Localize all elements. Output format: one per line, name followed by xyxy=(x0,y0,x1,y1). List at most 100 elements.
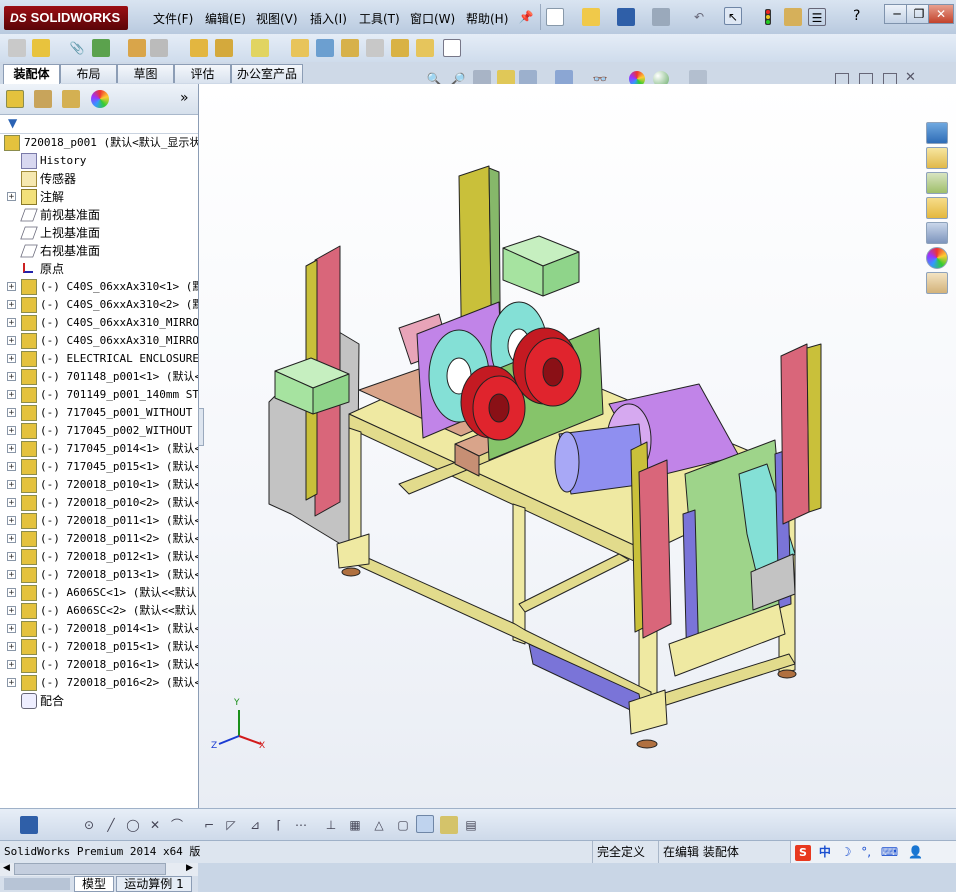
tab-motion-study[interactable]: 运动算例 1 xyxy=(116,876,192,892)
close-button[interactable]: ✕ xyxy=(928,4,954,24)
custom-properties-icon[interactable] xyxy=(926,272,948,294)
assembly-3d-model[interactable] xyxy=(199,84,956,808)
tab-assembly[interactable]: 装配体 xyxy=(3,64,60,85)
configuration-manager-tab-icon[interactable] xyxy=(62,90,80,108)
tab-navigation-arrows[interactable] xyxy=(4,878,70,890)
tree-item[interactable]: 上视基准面 xyxy=(0,224,198,242)
menu-window[interactable]: 窗口(W) xyxy=(410,10,455,27)
select-pointer-icon[interactable]: ↖ xyxy=(724,7,742,25)
rectangle-icon[interactable]: ⌈ xyxy=(270,816,288,834)
tree-item[interactable]: + (-) C40S_06xxAx310_MIRROR< xyxy=(0,314,198,332)
expand-toggle-icon[interactable]: + xyxy=(7,354,16,364)
expand-toggle-icon[interactable]: + xyxy=(7,408,16,418)
property-manager-tab-icon[interactable] xyxy=(34,90,52,108)
expand-toggle-icon[interactable]: + xyxy=(7,660,16,670)
display-manager-tab-icon[interactable] xyxy=(91,90,109,108)
box-icon[interactable]: ▢ xyxy=(394,816,412,834)
menu-tools[interactable]: 工具(T) xyxy=(359,10,400,27)
interference-detection-icon[interactable] xyxy=(391,39,409,57)
expand-toggle-icon[interactable]: + xyxy=(7,390,16,400)
tree-item[interactable]: + (-) ELECTRICAL ENCLOSURE< xyxy=(0,350,198,368)
shaded-cube-icon[interactable] xyxy=(416,815,434,833)
tree-item[interactable]: + (-) 720018_p016<1> (默认< xyxy=(0,656,198,674)
tab-evaluate[interactable]: 评估 xyxy=(174,64,231,83)
menu-insert[interactable]: 插入(I) xyxy=(310,10,347,27)
tree-item[interactable]: 前视基准面 xyxy=(0,206,198,224)
tree-root-assembly[interactable]: 720018_p001 (默认<默认_显示状 xyxy=(0,134,198,152)
expand-toggle-icon[interactable]: + xyxy=(7,552,16,562)
undo-icon[interactable]: ↶ xyxy=(690,8,708,26)
tree-item[interactable]: + (-) C40S_06xxAx310<2> (默认 xyxy=(0,296,198,314)
expand-toggle-icon[interactable]: + xyxy=(7,282,16,292)
expand-panel-icon[interactable]: » xyxy=(180,90,189,106)
tab-office-products[interactable]: 办公室产品 xyxy=(231,64,303,83)
panel-collapse-handle[interactable] xyxy=(198,408,204,446)
triangle-icon[interactable]: △ xyxy=(370,816,388,834)
tree-item[interactable]: 原点 xyxy=(0,260,198,278)
print-icon[interactable] xyxy=(652,8,670,26)
tree-item[interactable]: 右视基准面 xyxy=(0,242,198,260)
tree-item[interactable]: + (-) 701148_p001<1> (默认< xyxy=(0,368,198,386)
tab-model[interactable]: 模型 xyxy=(74,876,114,892)
solidworks-resources-icon[interactable] xyxy=(926,122,948,144)
sketch-fillet-icon[interactable]: ⌐ xyxy=(200,816,218,834)
measure-icon[interactable] xyxy=(440,816,458,834)
feature-tree-tab-icon[interactable] xyxy=(6,90,24,108)
expand-toggle-icon[interactable]: + xyxy=(7,678,16,688)
tree-item[interactable]: 配合 xyxy=(0,692,198,710)
tree-item[interactable]: + (-) A606SC<2> (默认<<默认 xyxy=(0,602,198,620)
instant3d-icon[interactable] xyxy=(416,39,434,57)
ime-keyboard-icon[interactable]: ⌨ xyxy=(881,845,898,859)
new-document-icon[interactable] xyxy=(546,8,564,26)
tree-item[interactable]: + (-) 717045_p002_WITHOUT OI xyxy=(0,422,198,440)
line-icon[interactable]: ╱ xyxy=(102,816,120,834)
tab-layout[interactable]: 布局 xyxy=(60,64,117,83)
expand-toggle-icon[interactable]: + xyxy=(7,372,16,382)
graphics-viewport[interactable]: Y X Z xyxy=(199,84,956,808)
tree-item[interactable]: + (-) C40S_06xxAx310_MIRROR< xyxy=(0,332,198,350)
table-icon[interactable]: ▤ xyxy=(462,816,480,834)
tree-item[interactable]: + (-) A606SC<1> (默认<<默认 xyxy=(0,584,198,602)
smart-fasteners-icon[interactable] xyxy=(128,39,146,57)
help-icon[interactable]: ? xyxy=(853,8,860,24)
ime-punctuation-icon[interactable]: °, xyxy=(861,845,871,859)
ime-user-icon[interactable]: 👤 xyxy=(908,845,923,859)
design-library-icon[interactable] xyxy=(926,147,948,169)
menu-view[interactable]: 视图(V) xyxy=(256,10,298,27)
expand-toggle-icon[interactable]: + xyxy=(7,336,16,346)
options-icon[interactable]: ☰ xyxy=(808,8,826,26)
tab-sketch[interactable]: 草图 xyxy=(117,64,174,83)
file-explorer-icon[interactable] xyxy=(926,172,948,194)
tree-item[interactable]: + (-) 717045_p001_WITHOUT OI xyxy=(0,404,198,422)
tree-item[interactable]: + (-) 720018_p011<2> (默认< xyxy=(0,530,198,548)
scroll-left-icon[interactable]: ◀ xyxy=(3,863,10,873)
expand-toggle-icon[interactable]: + xyxy=(7,606,16,616)
mirror-icon[interactable]: ⊿ xyxy=(246,816,264,834)
expand-toggle-icon[interactable]: + xyxy=(7,462,16,472)
expand-toggle-icon[interactable]: + xyxy=(7,300,16,310)
move-component-icon[interactable] xyxy=(150,39,168,57)
expand-toggle-icon[interactable]: + xyxy=(7,516,16,526)
tree-item[interactable]: + (-) 720018_p011<1> (默认< xyxy=(0,512,198,530)
expand-toggle-icon[interactable]: + xyxy=(7,480,16,490)
sogou-ime-icon[interactable]: S xyxy=(795,844,811,861)
trim-icon[interactable]: ✕ xyxy=(146,816,164,834)
mate-icon[interactable]: 📎 xyxy=(68,39,86,57)
pin-icon[interactable]: 📌 xyxy=(517,8,535,26)
construction-icon[interactable]: ⋯ xyxy=(292,816,310,834)
tree-item[interactable]: + (-) 720018_p010<2> (默认< xyxy=(0,494,198,512)
tree-item[interactable]: + 注解 xyxy=(0,188,198,206)
solidworks-logo[interactable]: DS SOLIDWORKS xyxy=(4,6,128,30)
reference-geometry-icon[interactable] xyxy=(251,39,269,57)
appearances-scenes-icon[interactable] xyxy=(926,247,948,269)
scroll-right-icon[interactable]: ▶ xyxy=(186,863,193,873)
linear-pattern-icon[interactable] xyxy=(92,39,110,57)
expand-toggle-icon[interactable]: + xyxy=(7,426,16,436)
new-motion-study-icon[interactable] xyxy=(291,39,309,57)
expand-toggle-icon[interactable]: + xyxy=(7,444,16,454)
bill-of-materials-icon[interactable] xyxy=(316,39,334,57)
edit-component-icon[interactable] xyxy=(8,39,26,57)
tree-item[interactable]: + (-) 720018_p014<1> (默认< xyxy=(0,620,198,638)
save-icon[interactable] xyxy=(617,8,635,26)
ime-mode-chinese[interactable]: 中 xyxy=(819,845,831,859)
